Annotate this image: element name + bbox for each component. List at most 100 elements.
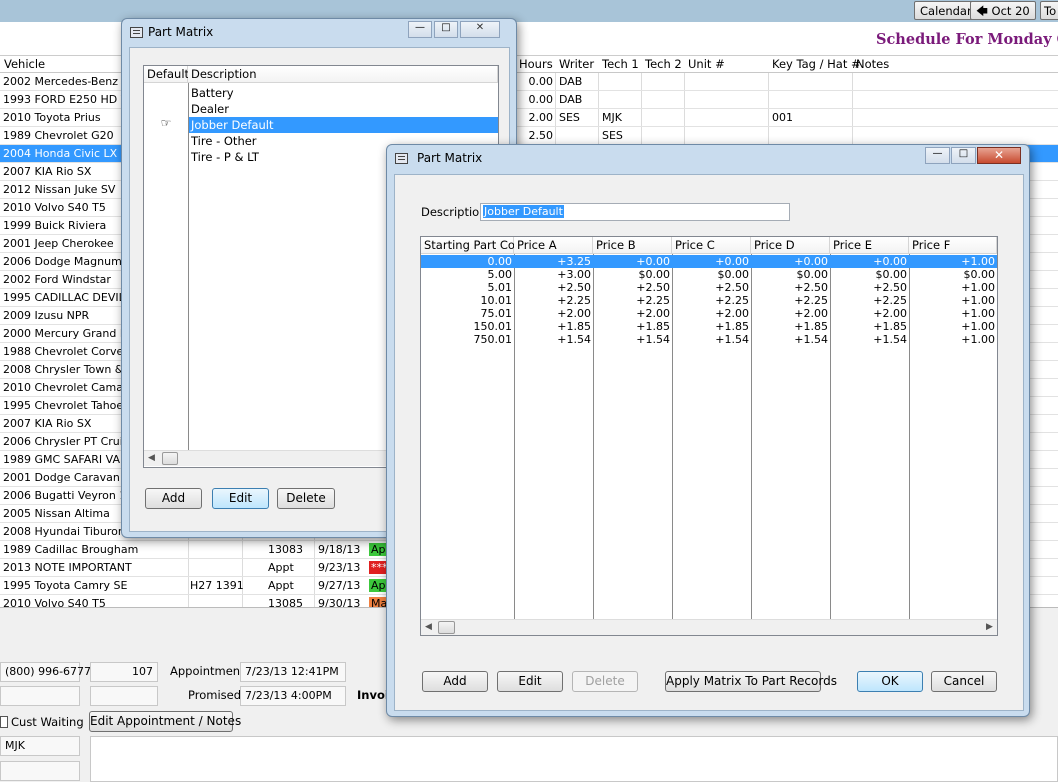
table-row[interactable]: 150.01 +1.85 +1.85 +1.85 +1.85 +1.85 +1.00 — [421, 320, 997, 333]
matrix-price-table[interactable]: Starting Part Cost Price A Price B Price CP… — [420, 236, 998, 636]
col-description[interactable]: Description — [188, 66, 498, 83]
cell[interactable]: +2.25 — [830, 294, 909, 307]
cell[interactable]: +2.25 — [672, 294, 751, 307]
cell[interactable]: $0.00 — [593, 268, 672, 281]
table-row[interactable]: 10.01 +2.25 +2.25 +2.25 +2.25 +2.25 +1.00 — [421, 294, 997, 307]
cell[interactable]: +2.00 — [593, 307, 672, 320]
cell[interactable]: $0.00 — [830, 268, 909, 281]
cell[interactable]: $0.00 — [909, 268, 997, 281]
maximize-button[interactable]: □ — [434, 21, 458, 38]
today-button[interactable]: To — [1040, 1, 1058, 20]
cell[interactable]: +2.50 — [593, 281, 672, 294]
edit-button[interactable]: Edit — [497, 671, 563, 692]
cell[interactable]: +0.00 — [593, 255, 672, 268]
cell[interactable]: +1.00 — [909, 255, 997, 268]
edit-appointment-button[interactable]: Edit Appointment / Notes — [89, 711, 241, 732]
cell[interactable]: +2.50 — [830, 281, 909, 294]
col-notes[interactable]: Notes — [856, 57, 889, 71]
cell[interactable]: +2.50 — [514, 281, 593, 294]
prev-date-button[interactable]: 🡄 Oct 20 — [970, 1, 1036, 20]
col-header[interactable]: Price F — [909, 237, 997, 254]
close-button[interactable]: ✕ — [977, 147, 1021, 164]
cell[interactable]: +2.25 — [514, 294, 593, 307]
col-header[interactable]: Starting Part Cost — [421, 237, 525, 254]
scroll-thumb[interactable] — [162, 452, 178, 465]
table-row[interactable]: 5.00 +3.00 $0.00 $0.00 $0.00 $0.00 $0.00 — [421, 268, 997, 281]
notes-area[interactable] — [90, 736, 1058, 782]
scroll-left-icon[interactable]: ◀ — [425, 622, 432, 632]
col-header[interactable]: Price D — [751, 237, 830, 254]
ok-button[interactable]: OK — [857, 671, 923, 692]
cell[interactable]: 750.01 — [421, 333, 514, 346]
table-row[interactable]: 5.01 +2.50 +2.50 +2.50 +2.50 +2.50 +1.00 — [421, 281, 997, 294]
cell[interactable]: +1.54 — [830, 333, 909, 346]
delete-button[interactable]: Delete — [277, 488, 335, 509]
maximize-button[interactable]: □ — [951, 147, 976, 164]
cell[interactable]: +2.50 — [751, 281, 830, 294]
add-button[interactable]: Add — [145, 488, 202, 509]
promised-field[interactable]: 7/23/13 4:00PM — [240, 686, 346, 706]
col-header[interactable]: Price A — [514, 237, 593, 254]
scroll-left-icon[interactable]: ◀ — [148, 453, 155, 463]
description-input[interactable]: Jobber Default — [480, 203, 790, 221]
cell[interactable]: +2.00 — [830, 307, 909, 320]
cell[interactable]: +3.25 — [514, 255, 593, 268]
cell[interactable]: +1.54 — [751, 333, 830, 346]
cell[interactable]: +1.00 — [909, 307, 997, 320]
cell[interactable]: +0.00 — [672, 255, 751, 268]
col-vehicle[interactable]: Vehicle — [4, 57, 45, 71]
blank-field-2[interactable] — [90, 686, 158, 706]
edit-button[interactable]: Edit — [212, 488, 269, 509]
cell[interactable]: $0.00 — [672, 268, 751, 281]
list-item[interactable]: Dealer — [189, 101, 498, 117]
cell[interactable]: +1.00 — [909, 294, 997, 307]
col-header[interactable]: Price C — [672, 237, 751, 254]
cell[interactable]: +1.54 — [593, 333, 672, 346]
blank-field-3[interactable] — [0, 761, 80, 781]
cell[interactable]: +2.00 — [514, 307, 593, 320]
close-button[interactable]: ✕ — [460, 21, 500, 38]
col-header[interactable]: Price B — [593, 237, 672, 254]
cell[interactable]: +1.54 — [514, 333, 593, 346]
calendar-button[interactable]: Calendar — [914, 1, 978, 20]
cell[interactable]: +1.85 — [830, 320, 909, 333]
list-item[interactable]: Jobber Default — [189, 117, 498, 133]
blank-field-1[interactable] — [0, 686, 80, 706]
col-writer[interactable]: Writer — [559, 57, 594, 71]
table-row[interactable]: 0.00 +3.25 +0.00 +0.00 +0.00 +0.00 +1.00 — [421, 255, 997, 268]
cell[interactable]: 75.01 — [421, 307, 514, 320]
cell[interactable]: +2.25 — [593, 294, 672, 307]
tech-field[interactable]: MJK — [0, 736, 80, 756]
col-tech2[interactable]: Tech 2 — [645, 57, 682, 71]
cell[interactable]: +0.00 — [751, 255, 830, 268]
cell[interactable]: 150.01 — [421, 320, 514, 333]
cell[interactable]: +1.00 — [909, 320, 997, 333]
cell[interactable]: +1.85 — [514, 320, 593, 333]
table-row[interactable]: 750.01 +1.54 +1.54 +1.54 +1.54 +1.54 +1.00 — [421, 333, 997, 346]
cell[interactable]: +1.00 — [909, 281, 997, 294]
cell[interactable]: +3.00 — [514, 268, 593, 281]
delete-button[interactable]: Delete — [572, 671, 638, 692]
number-field[interactable]: 107 — [90, 662, 158, 682]
col-unit[interactable]: Unit # — [688, 57, 725, 71]
col-header[interactable]: Price E — [830, 237, 909, 254]
table-horizontal-scrollbar[interactable]: ◀ ▶ — [421, 619, 997, 635]
scroll-right-icon[interactable]: ▶ — [986, 622, 993, 632]
cell[interactable]: 5.01 — [421, 281, 514, 294]
cell[interactable]: +2.00 — [751, 307, 830, 320]
cell[interactable]: +0.00 — [830, 255, 909, 268]
add-button[interactable]: Add — [422, 671, 488, 692]
cell[interactable]: +1.85 — [751, 320, 830, 333]
cell[interactable]: +2.25 — [751, 294, 830, 307]
cell[interactable]: +1.54 — [672, 333, 751, 346]
list-item[interactable]: Battery — [189, 85, 498, 101]
col-hours[interactable]: Hours — [519, 57, 553, 71]
apply-matrix-button[interactable]: Apply Matrix To Part Records — [665, 671, 837, 692]
appointment-field[interactable]: 7/23/13 12:41PM — [240, 662, 346, 682]
col-keytag[interactable]: Key Tag / Hat # — [772, 57, 861, 71]
cell[interactable]: $0.00 — [751, 268, 830, 281]
cell[interactable]: 5.00 — [421, 268, 514, 281]
col-default[interactable]: Default — [144, 66, 189, 83]
cell[interactable]: 0.00 — [421, 255, 514, 268]
phone-field[interactable]: (800) 996-6777 — [0, 662, 91, 682]
